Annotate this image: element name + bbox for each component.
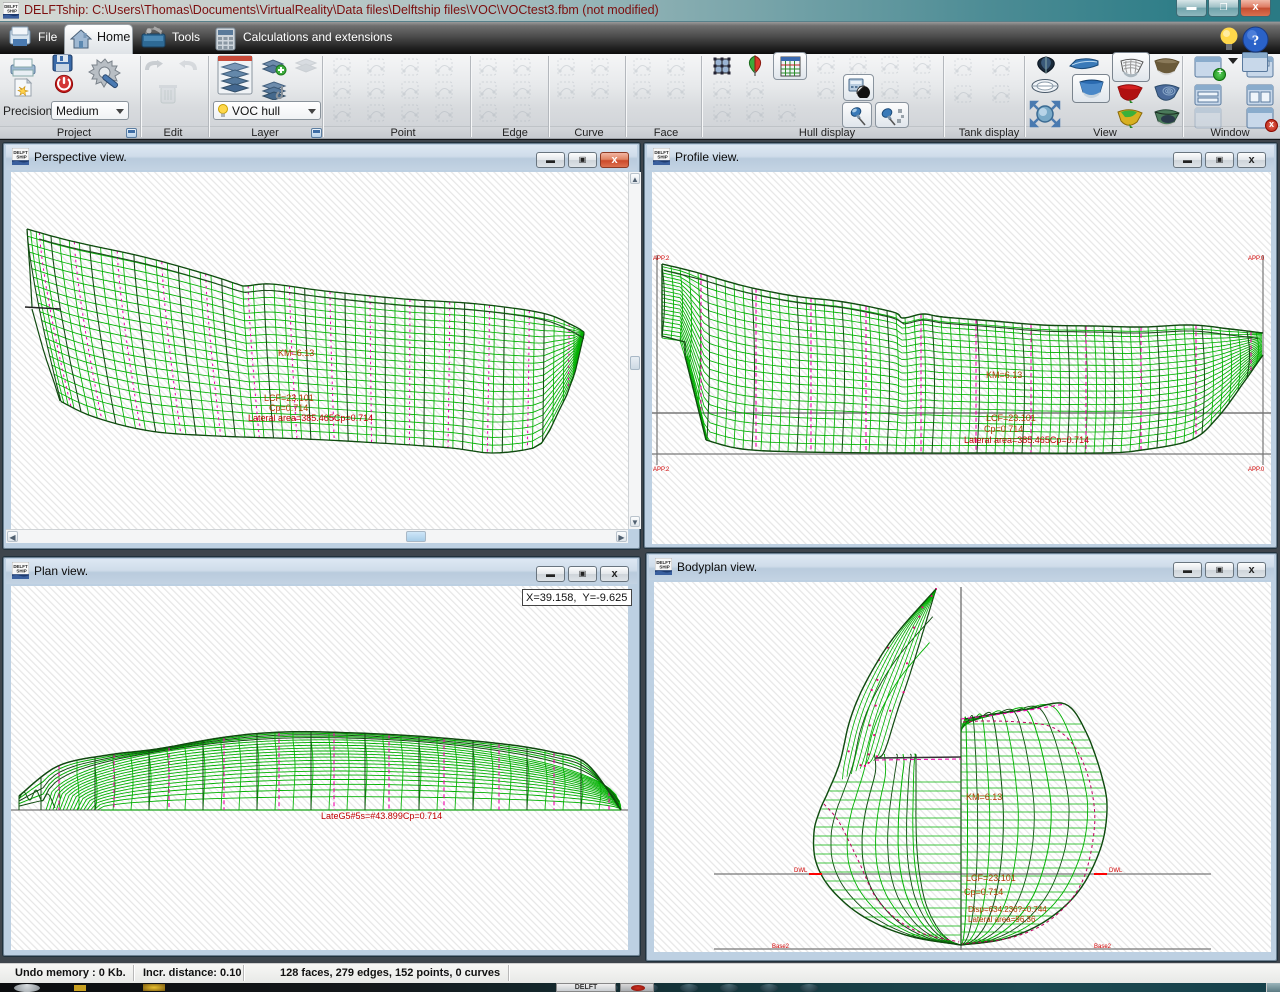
svg-text:KM=6.13: KM=6.13 [986, 370, 1022, 380]
svg-text:Disp=634.236?=0.744: Disp=634.236?=0.744 [968, 905, 1047, 914]
svg-text:LCF=23.101: LCF=23.101 [264, 393, 314, 403]
svg-text:KM=6.13: KM=6.13 [278, 348, 314, 358]
svg-text:APP.0: APP.0 [1248, 256, 1265, 262]
svg-text:SHIP: SHIP [16, 569, 26, 574]
svg-text:DWL: DWL [794, 868, 808, 874]
svg-text:APP.0: APP.0 [1248, 467, 1265, 473]
svg-text:APP.2: APP.2 [653, 467, 670, 473]
svg-text:Lateral area=385.465Cp=0.714: Lateral area=385.465Cp=0.714 [964, 435, 1089, 445]
svg-text:SHIP: SHIP [657, 155, 667, 160]
svg-text:DWL: DWL [1109, 868, 1123, 874]
svg-text:Cp=0.714: Cp=0.714 [984, 424, 1023, 434]
svg-text:Lateral area=96.36: Lateral area=96.36 [968, 915, 1036, 924]
svg-text:Base2: Base2 [772, 944, 790, 950]
svg-text:Lateral area=385.465Cp=0.714: Lateral area=385.465Cp=0.714 [248, 413, 373, 423]
svg-text:LCF=23.101: LCF=23.101 [966, 873, 1016, 883]
svg-text:Cp=0.714: Cp=0.714 [269, 403, 308, 413]
svg-text:LateG5#5s=#43.899Cp=0.714: LateG5#5s=#43.899Cp=0.714 [321, 811, 442, 821]
svg-text:SHIP: SHIP [659, 565, 669, 570]
svg-text:SHIP: SHIP [16, 155, 26, 160]
svg-text:LCF=23.101: LCF=23.101 [986, 413, 1036, 423]
svg-text:Base2: Base2 [1094, 944, 1112, 950]
svg-text:KM=6.13: KM=6.13 [966, 792, 1002, 802]
svg-text:?: ? [1252, 33, 1260, 49]
svg-text:SHIP: SHIP [7, 9, 17, 14]
svg-text:APP.2: APP.2 [653, 256, 670, 262]
svg-text:Cp=0.714: Cp=0.714 [964, 887, 1003, 897]
